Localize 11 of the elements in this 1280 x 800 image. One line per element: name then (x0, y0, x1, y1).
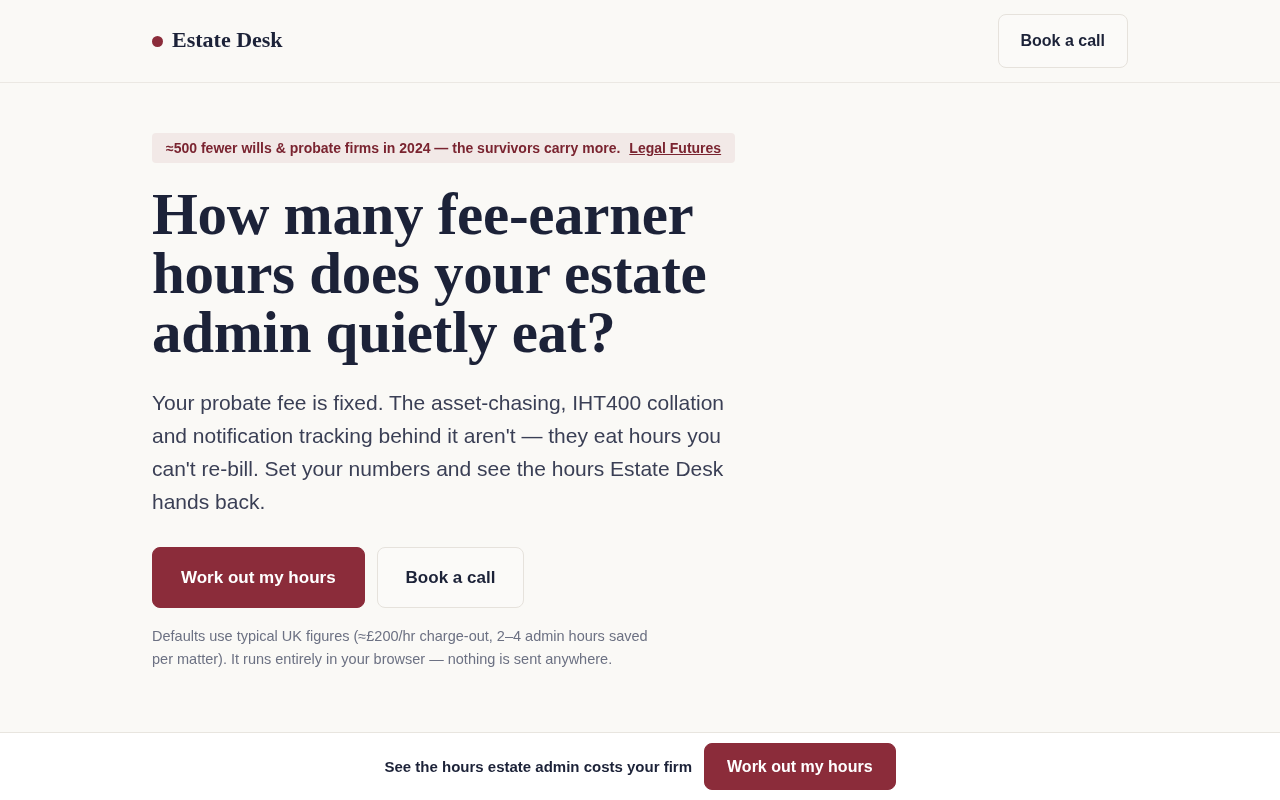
work-out-hours-button[interactable]: Work out my hours (152, 547, 365, 608)
book-call-button[interactable]: Book a call (997, 14, 1128, 68)
intro-paragraph: Your probate fee is fixed. The asset-chasing, IHT400 collation and notification tracking behind it aren't — they eat hours you can't re-bill. Set your numbers and see the hours Estate Desk hands back. (152, 390, 725, 515)
brand-name: Estate Desk (172, 27, 283, 53)
disclaimer-note: Defaults use typical UK figures (≈£200/hr charge-out, 2–4 admin hours saved per matter). It runs entirely in your browser — nothing is sent anywhere. (152, 627, 649, 669)
sticky-bar-text: See the hours estate admin costs your firm (384, 758, 693, 775)
banner-text: ≈500 fewer wills & probate firms in 2024 — the survivors carry more. (166, 140, 621, 156)
work-out-hours-button[interactable]: Work out my hours (704, 743, 896, 790)
source-link[interactable]: Legal Futures (629, 140, 722, 156)
brand-dot-icon (152, 35, 163, 47)
book-call-button[interactable]: Book a call (376, 547, 525, 608)
